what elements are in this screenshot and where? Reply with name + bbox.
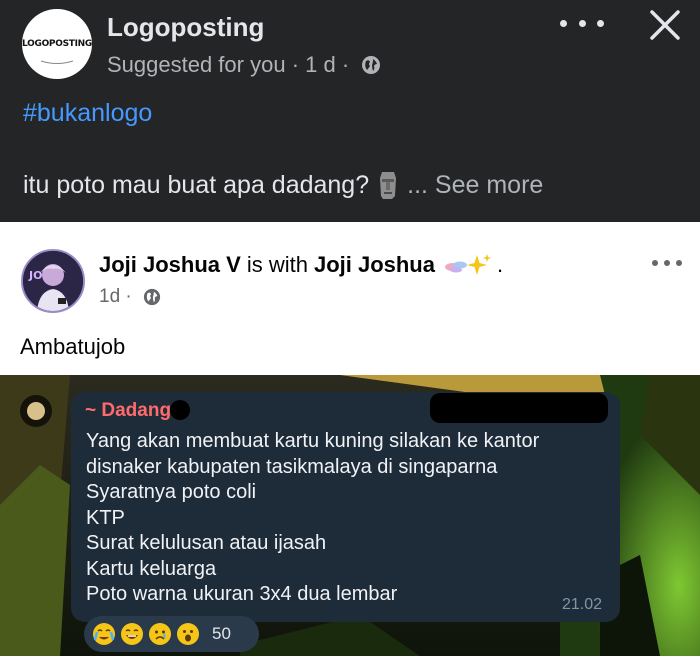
message-text: Yang akan membuat kartu kuning silakan k… xyxy=(86,429,539,608)
shared-post: JO Joji Joshua V is with Joji Joshua . 1… xyxy=(0,222,700,375)
post-header: LOGOPOSTING Logoposting Suggested for yo… xyxy=(0,0,700,222)
author-name[interactable]: Joji Joshua V xyxy=(99,252,241,278)
redacted-phone-number xyxy=(430,393,608,423)
post-time[interactable]: 1 d xyxy=(305,52,336,78)
page-name[interactable]: Logoposting xyxy=(107,12,264,43)
meta-separator: · xyxy=(120,286,138,307)
post-meta: Suggested for you · 1 d · xyxy=(107,52,381,78)
with-text: is with xyxy=(246,252,308,277)
message-time: 21.02 xyxy=(562,596,603,613)
shared-more-options-icon[interactable] xyxy=(652,257,682,269)
meta-separator: · xyxy=(285,52,306,77)
sad-face-icon xyxy=(149,623,171,645)
shared-post-meta: 1d · xyxy=(99,286,161,308)
meta-separator: · xyxy=(335,52,356,77)
message-reactions[interactable]: 50 xyxy=(84,616,259,652)
message-sender: ~ Dadang xyxy=(85,400,172,421)
message-line: disnaker kabupaten tasikmalaya di singap… xyxy=(86,455,498,478)
laughing-face-icon xyxy=(121,623,143,645)
surprised-face-icon xyxy=(177,623,199,645)
redacted-mark xyxy=(170,400,190,420)
more-options-icon[interactable] xyxy=(560,10,604,36)
message-line: Kartu keluarga xyxy=(86,557,217,580)
globe-icon xyxy=(362,56,381,74)
page-avatar[interactable]: LOGOPOSTING xyxy=(22,9,92,79)
shared-post-author-line: Joji Joshua V is with Joji Joshua . xyxy=(99,252,503,278)
avatar-figure-icon: JO xyxy=(23,251,83,311)
message-line: Yang akan membuat kartu kuning silakan k… xyxy=(86,430,540,452)
message-line: Surat kelulusan atau ijasah xyxy=(86,532,327,554)
reaction-count: 50 xyxy=(212,624,231,643)
author-avatar[interactable]: JO xyxy=(21,249,85,313)
message-line: KTP xyxy=(86,506,125,529)
svg-text:JO: JO xyxy=(28,269,42,282)
tagged-suffix: . xyxy=(497,252,504,277)
see-more-link[interactable]: ... See more xyxy=(407,171,543,200)
shared-post-time[interactable]: 1d xyxy=(99,286,120,308)
caption-text: itu poto mau buat apa dadang? xyxy=(23,170,370,199)
crying-face-icon xyxy=(93,623,115,645)
post-caption: itu poto mau buat apa dadang? ... See mo… xyxy=(23,170,543,200)
hashtag-link[interactable]: #bukanlogo xyxy=(23,99,152,128)
message-line: Poto warna ukuran 3x4 dua lembar xyxy=(86,583,398,605)
tagged-name[interactable]: Joji Joshua xyxy=(314,252,435,278)
globe-icon xyxy=(143,288,161,306)
message-line: Syaratnya poto coli xyxy=(86,481,257,503)
close-icon[interactable] xyxy=(648,8,682,42)
avatar-logo-text: LOGOPOSTING xyxy=(22,39,92,49)
suggested-label: Suggested for you xyxy=(107,52,286,77)
sparkle-icon xyxy=(445,254,491,275)
avatar-swoosh-icon xyxy=(40,60,74,64)
shared-post-text: Ambatujob xyxy=(20,334,126,359)
moai-icon xyxy=(380,172,397,199)
